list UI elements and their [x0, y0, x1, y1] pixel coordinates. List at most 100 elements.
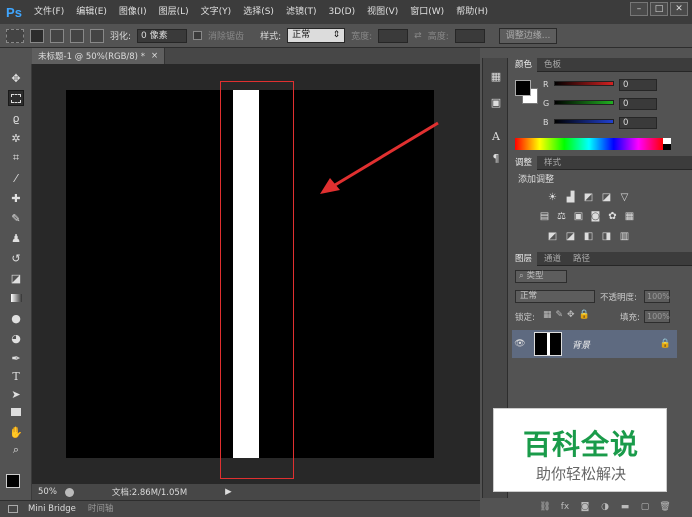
expand-icon[interactable] [8, 505, 18, 513]
menu-help[interactable]: 帮助(H) [450, 0, 494, 24]
red-slider[interactable] [554, 81, 614, 86]
green-slider[interactable] [554, 100, 614, 105]
tab-paths[interactable]: 路径 [568, 252, 595, 266]
shape-tool-icon[interactable] [8, 404, 24, 420]
brush-tool-icon[interactable]: ✎ [8, 210, 24, 226]
black-white-icon[interactable]: ▣ [573, 211, 584, 222]
status-arrow-icon[interactable]: ▶ [225, 487, 232, 497]
history-panel-icon[interactable]: ▦ [488, 68, 504, 84]
canvas-workspace[interactable] [32, 64, 480, 484]
document-tab[interactable]: 未标题-1 @ 50%(RGB/8) * × [32, 48, 166, 64]
status-menu-icon[interactable] [64, 487, 74, 497]
menu-type[interactable]: 文字(Y) [195, 0, 238, 24]
new-selection-icon[interactable] [30, 28, 44, 43]
magic-wand-tool-icon[interactable]: ✲ [8, 130, 24, 146]
tab-adjustments[interactable]: 调整 [510, 155, 538, 170]
spectrum-black-white[interactable] [663, 138, 671, 150]
marquee-preset-icon[interactable] [6, 28, 24, 43]
layer-row[interactable]: 👁 背景 🔒 [512, 330, 677, 358]
foreground-color-swatch[interactable] [6, 474, 20, 488]
antialias-checkbox[interactable] [193, 31, 203, 40]
hand-tool-icon[interactable]: ✋ [8, 424, 24, 440]
height-input[interactable] [454, 28, 485, 43]
menu-3d[interactable]: 3D(D) [322, 0, 361, 24]
properties-panel-icon[interactable]: ▣ [488, 94, 504, 110]
dodge-tool-icon[interactable]: ◕ [8, 330, 24, 346]
style-select[interactable]: 正常 ⇕ [287, 28, 346, 43]
lasso-tool-icon[interactable]: ϱ [8, 110, 24, 126]
eyedropper-tool-icon[interactable]: ⁄ [8, 170, 24, 186]
intersect-selection-icon[interactable] [90, 28, 104, 43]
blue-value[interactable]: 0 [619, 117, 657, 129]
adjustment-layer-icon[interactable]: ◑ [600, 502, 610, 512]
healing-brush-tool-icon[interactable]: ✚ [8, 190, 24, 206]
brightness-icon[interactable]: ☀ [547, 192, 558, 203]
photo-filter-icon[interactable]: ◙ [590, 211, 601, 222]
tab-styles[interactable]: 样式 [539, 156, 566, 170]
move-tool-icon[interactable]: ✥ [8, 70, 24, 86]
threshold-icon[interactable]: ◧ [583, 231, 594, 242]
restore-button[interactable]: □ [650, 2, 668, 16]
new-layer-icon[interactable]: ▢ [640, 502, 650, 512]
channel-mixer-icon[interactable]: ✿ [607, 211, 618, 222]
link-layers-icon[interactable]: ⛓ [539, 502, 550, 512]
blue-slider[interactable] [554, 119, 614, 124]
clone-stamp-tool-icon[interactable]: ♟ [8, 230, 24, 246]
swap-icon[interactable]: ⇄ [414, 31, 422, 41]
color-balance-icon[interactable]: ⚖ [556, 211, 567, 222]
color-lookup-icon[interactable]: ▦ [624, 211, 635, 222]
levels-icon[interactable]: ▟ [565, 192, 576, 203]
close-button[interactable]: ✕ [670, 2, 688, 16]
menu-edit[interactable]: 编辑(E) [70, 0, 113, 24]
opacity-input[interactable]: 100% [644, 290, 670, 303]
blend-mode-select[interactable]: 正常 [515, 290, 595, 303]
green-value[interactable]: 0 [619, 98, 657, 110]
subtract-selection-icon[interactable] [70, 28, 84, 43]
exposure-icon[interactable]: ◪ [601, 192, 612, 203]
character-panel-icon[interactable]: A [488, 128, 504, 144]
add-selection-icon[interactable] [50, 28, 64, 43]
vibrance-icon[interactable]: ▽ [619, 192, 630, 203]
blur-tool-icon[interactable]: ● [8, 310, 24, 326]
gradient-tool-icon[interactable] [8, 290, 24, 306]
menu-filter[interactable]: 滤镜(T) [280, 0, 323, 24]
type-tool-icon[interactable]: T [8, 368, 24, 384]
minimize-button[interactable]: – [630, 2, 648, 16]
eraser-tool-icon[interactable]: ◪ [8, 270, 24, 286]
gradient-map-icon[interactable]: ▥ [619, 231, 630, 242]
feather-input[interactable]: 0 像素 [137, 28, 188, 43]
red-value[interactable]: 0 [619, 79, 657, 91]
menu-layer[interactable]: 图层(L) [153, 0, 195, 24]
posterize-icon[interactable]: ◪ [565, 231, 576, 242]
hue-saturation-icon[interactable]: ▤ [539, 211, 550, 222]
invert-icon[interactable]: ◩ [547, 231, 558, 242]
selective-color-icon[interactable]: ◨ [601, 231, 612, 242]
layer-filter-select[interactable]: ⌕ 类型 [515, 270, 567, 283]
width-input[interactable] [378, 28, 409, 43]
marquee-tool-icon[interactable] [8, 90, 24, 106]
zoom-level[interactable]: 50% [38, 487, 57, 497]
menu-image[interactable]: 图像(I) [113, 0, 153, 24]
tab-timeline[interactable]: 时间轴 [82, 501, 120, 517]
paragraph-panel-icon[interactable]: ¶ [488, 150, 504, 166]
lock-icons[interactable]: ▦✎✥🔒 [543, 310, 594, 320]
layer-name[interactable]: 背景 [572, 338, 590, 351]
trash-icon[interactable]: 🗑 [659, 502, 670, 512]
close-tab-icon[interactable]: × [151, 51, 158, 61]
menu-select[interactable]: 选择(S) [237, 0, 280, 24]
history-brush-tool-icon[interactable]: ↺ [8, 250, 24, 266]
zoom-tool-icon[interactable]: ⌕ [8, 442, 24, 458]
tab-mini-bridge[interactable]: Mini Bridge [22, 501, 82, 517]
menu-view[interactable]: 视图(V) [361, 0, 404, 24]
eye-icon[interactable]: 👁 [512, 339, 528, 349]
path-selection-tool-icon[interactable]: ➤ [8, 386, 24, 402]
group-icon[interactable]: ▬ [620, 502, 630, 512]
layer-mask-icon[interactable]: ◙ [580, 502, 590, 512]
tab-swatches[interactable]: 色板 [539, 58, 566, 72]
curves-icon[interactable]: ◩ [583, 192, 594, 203]
color-spectrum[interactable] [515, 138, 663, 150]
tab-layers[interactable]: 图层 [510, 251, 538, 266]
layer-style-icon[interactable]: fx [560, 502, 570, 512]
color-fg-swatch[interactable] [515, 80, 531, 96]
pen-tool-icon[interactable]: ✒ [8, 350, 24, 366]
